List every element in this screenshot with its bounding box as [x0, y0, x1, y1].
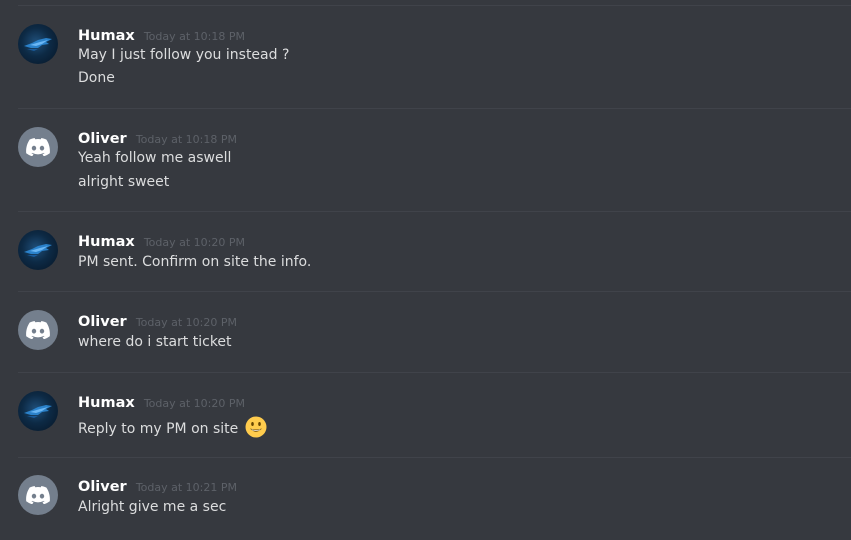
- username[interactable]: Humax: [78, 395, 135, 411]
- message-text: PM sent. Confirm on site the info.: [78, 254, 312, 270]
- username[interactable]: Oliver: [78, 131, 127, 147]
- user-avatar-humax[interactable]: [18, 24, 58, 64]
- message-divider: [18, 457, 851, 458]
- message-divider: [18, 211, 851, 212]
- discord-logo-icon: [26, 486, 50, 504]
- username[interactable]: Oliver: [78, 314, 127, 330]
- timestamp: Today at 10:18 PM: [135, 133, 237, 146]
- timestamp: Today at 10:21 PM: [135, 481, 237, 494]
- smiley-emoji-icon: [245, 416, 267, 438]
- bird-logo-icon: [24, 244, 52, 257]
- username[interactable]: Oliver: [78, 479, 127, 495]
- timestamp: Today at 10:20 PM: [143, 397, 245, 410]
- user-avatar-oliver[interactable]: [18, 127, 58, 167]
- message-text: Done: [78, 70, 115, 86]
- message-divider: [18, 291, 851, 292]
- username[interactable]: Humax: [78, 28, 135, 44]
- timestamp: Today at 10:18 PM: [143, 30, 245, 43]
- message-text: Yeah follow me aswell: [78, 150, 232, 166]
- message-text: Alright give me a sec: [78, 499, 227, 515]
- bird-logo-icon: [24, 405, 52, 418]
- chat-messages: Humax Today at 10:18 PM May I just follo…: [0, 0, 851, 540]
- bird-logo-icon: [24, 38, 52, 51]
- user-avatar-oliver[interactable]: [18, 310, 58, 350]
- message-text: alright sweet: [78, 174, 170, 190]
- message-divider: [18, 5, 851, 6]
- user-avatar-humax[interactable]: [18, 391, 58, 431]
- message-divider: [18, 108, 851, 109]
- message-divider: [18, 372, 851, 373]
- username[interactable]: Humax: [78, 234, 135, 250]
- discord-logo-icon: [26, 321, 50, 339]
- timestamp: Today at 10:20 PM: [143, 236, 245, 249]
- message-text: Reply to my PM on site: [78, 421, 239, 437]
- user-avatar-oliver[interactable]: [18, 475, 58, 515]
- message-text: where do i start ticket: [78, 334, 232, 350]
- timestamp: Today at 10:20 PM: [135, 316, 237, 329]
- user-avatar-humax[interactable]: [18, 230, 58, 270]
- message-text-row: Reply to my PM on site: [78, 416, 267, 438]
- discord-logo-icon: [26, 138, 50, 156]
- message-text: May I just follow you instead ?: [78, 47, 290, 63]
